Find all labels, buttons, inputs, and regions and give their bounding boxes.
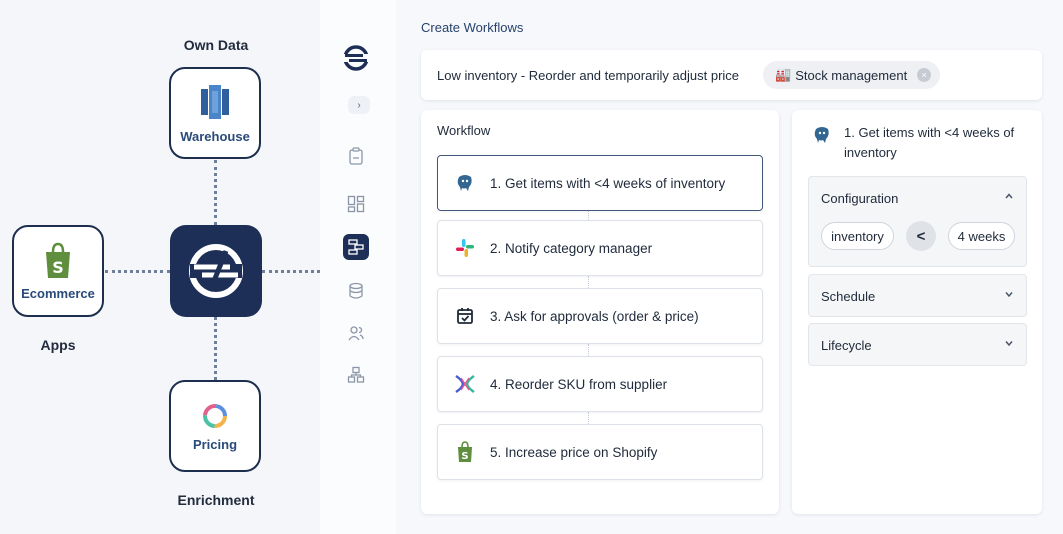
integrations-icon (347, 366, 365, 383)
sidebar-expand-button[interactable]: › (348, 96, 370, 114)
connector-bottom (214, 317, 217, 380)
workflow-step-1[interactable]: 1. Get items with <4 weeks of inventory (437, 155, 763, 211)
step-label: 2. Notify category manager (490, 240, 653, 256)
ecommerce-label: Ecommerce (21, 285, 95, 301)
detail-header: 1. Get items with <4 weeks of inventory (812, 123, 1034, 163)
step-connector (588, 276, 589, 288)
operator-button[interactable]: < (906, 221, 936, 251)
connector-right (262, 270, 320, 273)
svg-text:S: S (461, 451, 468, 462)
postgres-icon (454, 172, 476, 194)
sidebar-item-users[interactable] (343, 320, 369, 346)
tag-label: Stock management (795, 67, 908, 83)
configuration-label[interactable]: Configuration (821, 191, 898, 206)
operator-less-than: < (916, 227, 926, 245)
step-label: 1. Get items with <4 weeks of inventory (490, 175, 726, 191)
clipboard-icon (349, 147, 363, 165)
workflow-panel-title: Workflow (437, 123, 491, 138)
lifecycle-section[interactable]: Lifecycle (808, 323, 1027, 366)
sidebar-item-integrations[interactable] (343, 362, 369, 388)
pricing-label: Pricing (192, 436, 238, 452)
users-icon (348, 326, 364, 341)
step-detail-panel: 1. Get items with <4 weeks of inventory … (792, 110, 1042, 514)
step-label: 4. Reorder SKU from supplier (490, 376, 668, 392)
workflow-step-5[interactable]: S 5. Increase price on Shopify (437, 424, 763, 480)
chevron-down-icon (1004, 338, 1014, 351)
stock-management-tag[interactable]: 🏭 Stock management × (763, 61, 940, 89)
enrichment-label: Enrichment (177, 492, 255, 508)
chevron-up-icon[interactable] (1004, 191, 1014, 204)
hub-logo-node (170, 225, 262, 317)
postgres-icon (812, 125, 832, 145)
app-window: › Create Workflows Low inventory - Reord… (320, 0, 1063, 534)
supplier-icon (454, 373, 476, 395)
config-field-pill[interactable]: inventory (821, 222, 894, 250)
factory-icon: 🏭 (775, 67, 792, 82)
database-icon (349, 282, 363, 299)
workflow-icon (348, 239, 364, 255)
step-label: 3. Ask for approvals (order & price) (490, 308, 699, 324)
svg-text:S: S (52, 258, 64, 277)
config-value-pill[interactable]: 4 weeks (948, 222, 1015, 250)
sidebar-item-workflows[interactable] (343, 234, 369, 260)
sidebar: › (320, 0, 396, 534)
sidebar-item-database[interactable] (343, 278, 369, 304)
connector-left (105, 270, 170, 273)
workflow-step-2[interactable]: 2. Notify category manager (437, 220, 763, 276)
configuration-section: Configuration inventory < 4 weeks (808, 176, 1027, 267)
workflow-panel: Workflow 1. Get items with <4 weeks of i… (421, 110, 779, 514)
schedule-label: Schedule (821, 289, 876, 304)
brand-logo-icon[interactable] (342, 44, 370, 72)
pricing-node: Pricing (169, 380, 261, 472)
step-connector (588, 344, 589, 356)
warehouse-icon (201, 84, 229, 119)
step-label: 5. Increase price on Shopify (490, 444, 658, 460)
detail-title: 1. Get items with <4 weeks of inventory (844, 125, 1015, 160)
brand-logo-icon (189, 244, 243, 298)
slack-icon (454, 237, 476, 259)
connector-top (214, 160, 217, 225)
warehouse-label: Warehouse (180, 128, 250, 144)
warehouse-node: Warehouse (169, 67, 261, 159)
ecommerce-node: S Ecommerce (12, 225, 104, 317)
tag-close-icon[interactable]: × (917, 68, 932, 82)
step-connector (588, 412, 589, 424)
workflow-step-3[interactable]: 3. Ask for approvals (order & price) (437, 288, 763, 344)
sidebar-item-dashboard[interactable] (343, 191, 369, 217)
calendar-check-icon (454, 305, 476, 327)
shopify-icon: S (46, 242, 70, 278)
workflow-name[interactable]: Low inventory - Reorder and temporarily … (437, 68, 739, 83)
dashboard-icon (347, 195, 365, 213)
sidebar-item-clipboard[interactable] (343, 143, 369, 169)
schedule-section[interactable]: Schedule (808, 274, 1027, 317)
chevron-down-icon (1004, 289, 1014, 302)
own-data-label: Own Data (183, 37, 249, 53)
pricing-ring-icon (203, 403, 227, 428)
lifecycle-label: Lifecycle (821, 338, 872, 353)
integration-diagram: Own Data Warehouse S Ecommerce Apps Pric… (0, 0, 320, 534)
shopify-icon: S (454, 441, 476, 463)
workflow-header-bar: Low inventory - Reorder and temporarily … (421, 50, 1042, 100)
page-title: Create Workflows (421, 20, 524, 35)
step-connector (588, 210, 589, 220)
apps-label: Apps (40, 337, 76, 353)
workflow-step-4[interactable]: 4. Reorder SKU from supplier (437, 356, 763, 412)
